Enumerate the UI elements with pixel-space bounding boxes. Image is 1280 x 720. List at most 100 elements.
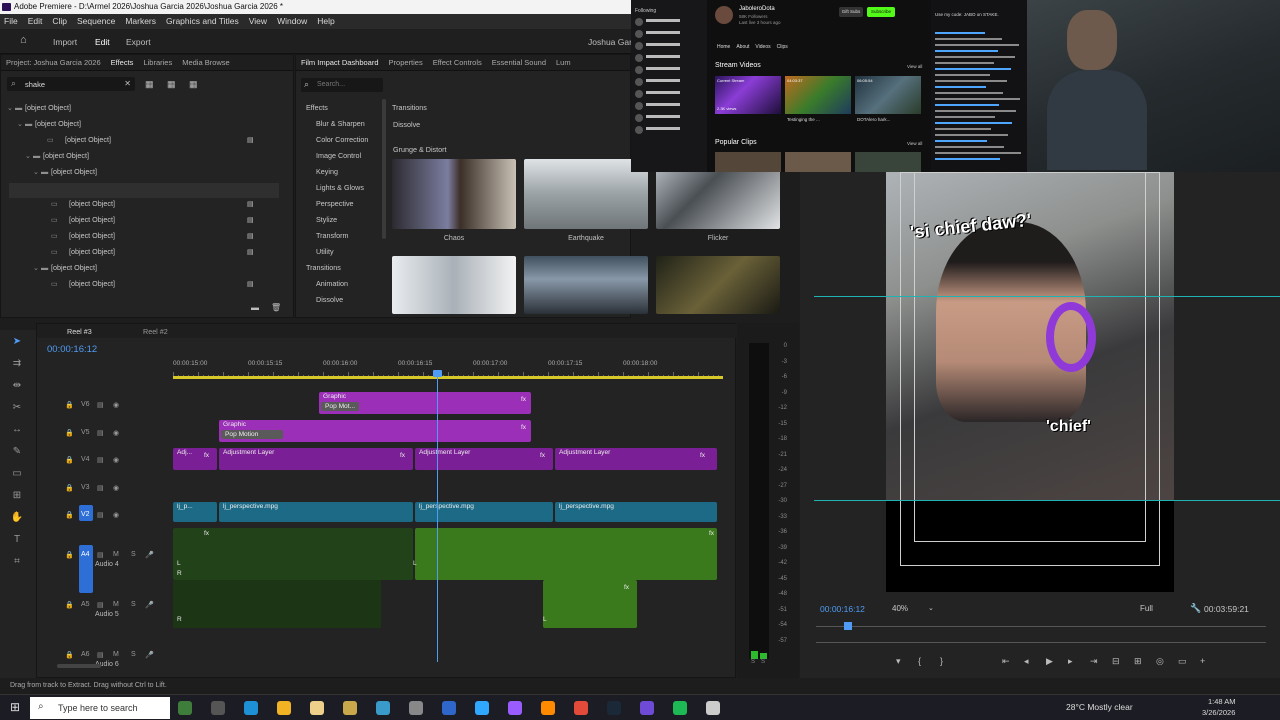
razor-tool-icon[interactable]: ✂: [10, 402, 24, 414]
fx-badge[interactable]: fx: [709, 530, 714, 537]
program-scrubber[interactable]: [816, 626, 1266, 627]
slip-tool-icon[interactable]: ↔: [10, 424, 24, 436]
fx-tab-0[interactable]: Film Impact Dashboard: [301, 58, 379, 67]
tab-reel-2[interactable]: Reel #2: [143, 327, 168, 336]
expand-chevron-icon[interactable]: ⌄ ▬: [7, 103, 22, 112]
sync-icon[interactable]: ▤: [97, 484, 104, 492]
fx-badge[interactable]: fx: [700, 452, 705, 459]
taskbar-app-icon[interactable]: [277, 701, 291, 715]
accelerated-fx-icon[interactable]: ▦: [167, 79, 176, 90]
eye-icon[interactable]: ◉: [113, 511, 119, 519]
followed-channel-name[interactable]: [646, 115, 680, 118]
project-tab-2[interactable]: Libraries: [143, 58, 172, 67]
fx-category[interactable]: Transform: [316, 231, 348, 240]
view-all-link[interactable]: View all: [907, 64, 922, 69]
clip-thumb-1[interactable]: [715, 152, 781, 172]
taskbar-app-icon[interactable]: [541, 701, 555, 715]
audio-clip-a5-1[interactable]: [173, 580, 381, 628]
taskbar-app-icon[interactable]: [376, 701, 390, 715]
tree-item[interactable]: [object Object]: [51, 167, 97, 176]
tree-item[interactable]: [object Object]: [69, 247, 115, 256]
transport-insert-icon[interactable]: ⊟: [1112, 656, 1120, 667]
selection-tool-icon[interactable]: ➤: [10, 336, 24, 348]
followed-channel-avatar[interactable]: [635, 126, 643, 134]
taskbar-app-icon[interactable]: [607, 701, 621, 715]
transport-add-marker-icon[interactable]: ▾: [896, 656, 901, 667]
program-playhead[interactable]: [844, 622, 852, 630]
sync-icon[interactable]: ▤: [97, 511, 104, 519]
followed-channel-avatar[interactable]: [635, 18, 643, 26]
playhead-handle[interactable]: [433, 370, 442, 377]
clock-date[interactable]: 3/26/2026: [1202, 708, 1235, 717]
transport-export-frame-icon[interactable]: ◎: [1156, 656, 1164, 667]
fx-category[interactable]: Stylize: [316, 215, 337, 224]
fx-tab-1[interactable]: Properties: [389, 58, 423, 67]
tab-reel-3[interactable]: Reel #3: [67, 327, 92, 336]
track-label[interactable]: A4: [81, 551, 90, 558]
fx-badge[interactable]: fx: [400, 452, 405, 459]
timeline-timecode[interactable]: 00:00:16:12: [47, 344, 97, 355]
program-timecode[interactable]: 00:00:16:12: [820, 604, 865, 614]
transition-thumbnail-5[interactable]: [524, 256, 648, 314]
mute-icon[interactable]: M: [113, 651, 119, 658]
fx-category[interactable]: Lights & Glows: [316, 183, 364, 192]
ripple-edit-tool-icon[interactable]: ⇹: [10, 380, 24, 392]
track-label[interactable]: V4: [81, 456, 90, 463]
transport-go-to-in-icon[interactable]: ⇤: [1002, 656, 1010, 667]
trash-icon[interactable]: 🗑: [271, 303, 281, 312]
tree-item[interactable]: [object Object]: [51, 263, 97, 272]
track-select-tool-icon[interactable]: ⇉: [10, 358, 24, 370]
eye-icon[interactable]: ◉: [113, 456, 119, 464]
fx-badge[interactable]: fx: [204, 452, 209, 459]
transform-tool-icon[interactable]: ⊞: [10, 490, 24, 502]
yuv-fx-icon[interactable]: ▦: [189, 79, 198, 90]
fx-category[interactable]: Animation: [316, 279, 348, 288]
gift-subs-button[interactable]: Gift Subs: [839, 7, 863, 17]
windows-start-icon[interactable]: ⊞: [10, 700, 20, 714]
transport-go-to-out-icon[interactable]: ⇥: [1090, 656, 1098, 667]
tree-item[interactable]: [object Object]: [35, 119, 81, 128]
work-area-bar[interactable]: [173, 376, 723, 379]
menu-file[interactable]: File: [4, 16, 18, 26]
sync-icon[interactable]: ▤: [97, 401, 104, 409]
fx-category[interactable]: Color Correction: [316, 135, 368, 144]
transition-thumbnail-6[interactable]: [656, 256, 780, 314]
earthquake-thumbnail[interactable]: [524, 159, 648, 229]
adjustment-clip-2[interactable]: Adjustment Layer: [415, 448, 553, 470]
zoom-chevron-icon[interactable]: ⌄: [928, 604, 934, 612]
lock-icon[interactable]: 🔒: [65, 601, 74, 609]
hand-tool-icon[interactable]: ✋: [10, 512, 24, 524]
project-tab-0[interactable]: Project: Joshua Garcia 2026: [6, 58, 101, 67]
transport-mark-out-icon[interactable]: }: [940, 656, 943, 666]
sync-icon[interactable]: ▤: [97, 551, 104, 559]
followed-channel-name[interactable]: [646, 127, 680, 130]
fx-category[interactable]: Image Control: [316, 151, 361, 160]
fx-badge[interactable]: fx: [204, 530, 209, 537]
tree-item[interactable]: [object Object]: [69, 279, 115, 288]
transport-step-back-icon[interactable]: ◂: [1024, 656, 1029, 667]
solo-icon[interactable]: S: [131, 551, 136, 558]
tree-item[interactable]: [object Object]: [69, 231, 115, 240]
transport-compare-icon[interactable]: ▭: [1178, 656, 1187, 667]
track-label[interactable]: V5: [81, 429, 90, 436]
menu-sequence[interactable]: Sequence: [77, 16, 115, 26]
followed-channel-avatar[interactable]: [635, 54, 643, 62]
expand-chevron-icon[interactable]: ⌄ ▬: [33, 167, 48, 176]
taskbar-app-icon[interactable]: [343, 701, 357, 715]
fx-tab-3[interactable]: Essential Sound: [492, 58, 546, 67]
caption-overlay-2[interactable]: 'chief': [1046, 418, 1091, 436]
preset-icon[interactable]: ▭: [51, 247, 58, 256]
sync-icon[interactable]: ▤: [97, 601, 104, 609]
tree-item[interactable]: [object Object]: [69, 215, 115, 224]
rectangle-tool-icon[interactable]: ▭: [10, 468, 24, 480]
channel-nav-videos[interactable]: Videos: [755, 44, 770, 50]
channel-nav-about[interactable]: About: [736, 44, 749, 50]
weather[interactable]: 28°C Mostly clear: [1066, 702, 1133, 712]
fx-category[interactable]: Effects: [306, 103, 328, 112]
zoom-select[interactable]: 40%: [892, 604, 908, 613]
followed-channel-name[interactable]: [646, 55, 680, 58]
video-clip-2[interactable]: lj_perspective.mpg: [415, 502, 553, 522]
fx-badge[interactable]: fx: [521, 424, 526, 431]
new-folder-icon[interactable]: ▬: [251, 303, 259, 312]
followed-channel-name[interactable]: [646, 43, 680, 46]
